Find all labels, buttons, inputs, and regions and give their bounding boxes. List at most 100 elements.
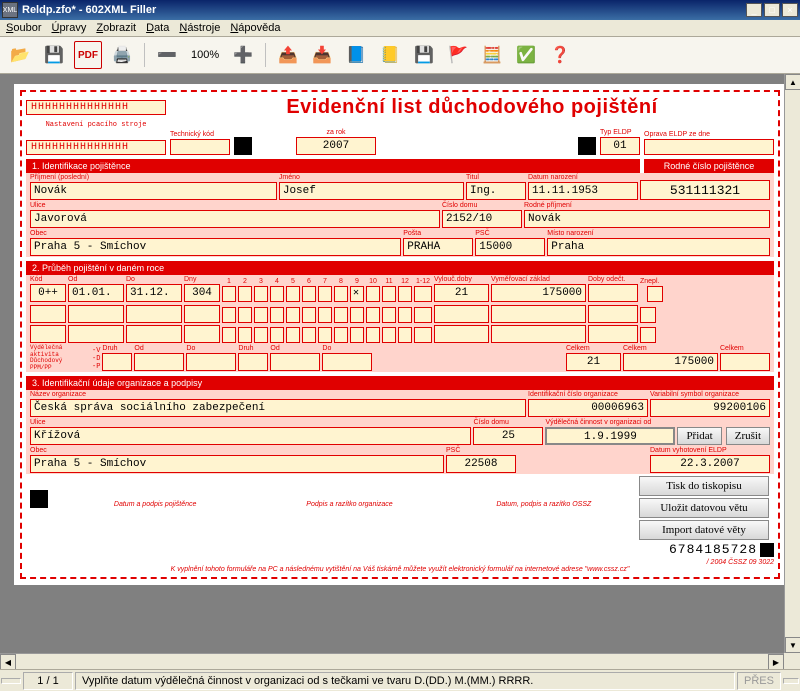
obec2-field[interactable]: Praha 5 - Smíchov — [30, 455, 444, 473]
open-icon[interactable]: 📂 — [6, 41, 34, 69]
r2-kod[interactable] — [30, 305, 66, 323]
black-marker-2 — [578, 137, 596, 155]
month-2[interactable] — [238, 286, 252, 302]
r2-od[interactable] — [68, 305, 124, 323]
zrusit-button[interactable]: Zrušit — [726, 427, 770, 445]
celkem1-field[interactable]: 21 — [566, 353, 621, 371]
form-check-icon[interactable]: ✅ — [512, 41, 540, 69]
datum-nar-field[interactable]: 11.11.1953 — [528, 182, 638, 200]
menu-nastroje[interactable]: Nástroje — [179, 22, 220, 34]
prijmeni-field[interactable]: Novák — [30, 182, 277, 200]
rodne-prijmeni-field[interactable]: Novák — [524, 210, 770, 228]
form-calc-icon[interactable]: 🧮 — [478, 41, 506, 69]
ulice-field[interactable]: Javorová — [30, 210, 440, 228]
month-4[interactable] — [270, 286, 284, 302]
var-symbol-field[interactable]: 99200106 — [650, 399, 770, 417]
psc-field[interactable]: 15000 — [475, 238, 545, 256]
menu-upravy[interactable]: Úpravy — [51, 22, 86, 34]
month-11[interactable] — [382, 286, 396, 302]
dod2[interactable] — [270, 353, 320, 371]
vylouc-field[interactable]: 21 — [434, 284, 489, 302]
month-6[interactable] — [302, 286, 316, 302]
zaklad-field[interactable]: 175000 — [491, 284, 586, 302]
obec-field[interactable]: Praha 5 - Smíchov — [30, 238, 401, 256]
print-icon[interactable]: 🖨️ — [108, 41, 136, 69]
datum-vyhot-field[interactable]: 22.3.2007 — [650, 455, 770, 473]
ulozit-button[interactable]: Uložit datovou větu — [639, 498, 769, 518]
form-help-icon[interactable]: ❓ — [546, 41, 574, 69]
form-save-icon[interactable]: 💾 — [410, 41, 438, 69]
znepl-field[interactable] — [647, 286, 663, 302]
zoom-in-icon[interactable]: ➕ — [229, 41, 257, 69]
hhh-box-2: HHHHHHHHHHHHHH — [26, 140, 166, 155]
menu-zobrazit[interactable]: Zobrazit — [96, 22, 136, 34]
tech-kod-field[interactable] — [170, 139, 230, 155]
r2-dny[interactable] — [184, 305, 220, 323]
month-3[interactable] — [254, 286, 268, 302]
nazev-org-field[interactable]: Česká správa sociálního zabezpečení — [30, 399, 526, 417]
r2-do[interactable] — [126, 305, 182, 323]
ulice2-field[interactable]: Křížová — [30, 427, 471, 445]
zoom-out-icon[interactable]: ➖ — [153, 41, 181, 69]
month-12[interactable] — [398, 286, 412, 302]
scrollbar-horizontal[interactable]: ◀ ▶ — [0, 653, 784, 669]
import-button[interactable]: Import datové věty — [639, 520, 769, 540]
za-rok-field[interactable]: 2007 — [296, 137, 376, 155]
psc2-field[interactable]: 22508 — [446, 455, 516, 473]
form-yellow-icon[interactable]: 📒 — [376, 41, 404, 69]
rc-field[interactable]: 531111321 — [640, 180, 770, 200]
titul-field[interactable]: Ing. — [466, 182, 526, 200]
celkem3-field[interactable] — [720, 353, 770, 371]
cislo-domu-field[interactable]: 2152/10 — [442, 210, 522, 228]
month-10[interactable] — [366, 286, 380, 302]
obec2-label: Obec — [30, 447, 444, 454]
menu-data[interactable]: Data — [146, 22, 169, 34]
druh2[interactable] — [238, 353, 268, 371]
month-5[interactable] — [286, 286, 300, 302]
minimize-button[interactable]: _ — [746, 3, 762, 17]
form-export-icon[interactable]: 📤 — [274, 41, 302, 69]
pridat-button[interactable]: Přidat — [677, 427, 721, 445]
month-1[interactable] — [222, 286, 236, 302]
r3-kod[interactable] — [30, 325, 66, 343]
ddo2[interactable] — [322, 353, 372, 371]
ident-cislo-field[interactable]: 00006963 — [528, 399, 648, 417]
month-9[interactable] — [350, 286, 364, 302]
save-icon[interactable]: 💾 — [40, 41, 68, 69]
ddo1[interactable] — [186, 353, 236, 371]
dny-field[interactable]: 304 — [184, 284, 220, 302]
vnote: -V-D-P — [92, 348, 100, 371]
tisk-button[interactable]: Tisk do tiskopisu — [639, 476, 769, 496]
do-field[interactable]: 31.12. — [126, 284, 182, 302]
scrollbar-vertical[interactable]: ▲ ▼ — [784, 74, 800, 653]
oprava-field[interactable] — [644, 139, 774, 155]
jmeno-field[interactable]: Josef — [279, 182, 464, 200]
month-all[interactable] — [414, 286, 432, 302]
posta-field[interactable]: PRAHA — [403, 238, 473, 256]
druh1[interactable] — [102, 353, 132, 371]
odect-field[interactable] — [588, 284, 638, 302]
form-blue-icon[interactable]: 📘 — [342, 41, 370, 69]
celkem2-field[interactable]: 175000 — [623, 353, 718, 371]
close-button[interactable]: × — [782, 3, 798, 17]
scroll-left-icon[interactable]: ◀ — [0, 654, 16, 669]
menu-soubor[interactable]: Soubor — [6, 22, 41, 34]
cislo-domu2-field[interactable]: 25 — [473, 427, 543, 445]
month-8[interactable] — [334, 286, 348, 302]
form-flag-icon[interactable]: 🚩 — [444, 41, 472, 69]
pdf-icon[interactable]: PDF — [74, 41, 102, 69]
month-7[interactable] — [318, 286, 332, 302]
scroll-down-icon[interactable]: ▼ — [785, 637, 800, 653]
zoom-level[interactable]: 100% — [187, 49, 223, 61]
od-field[interactable]: 01.01. — [68, 284, 124, 302]
maximize-button[interactable]: □ — [764, 3, 780, 17]
scroll-right-icon[interactable]: ▶ — [768, 654, 784, 669]
typ-eldp-field[interactable]: 01 — [600, 137, 640, 155]
scroll-up-icon[interactable]: ▲ — [785, 74, 800, 90]
kod-field[interactable]: 0++ — [30, 284, 66, 302]
dod1[interactable] — [134, 353, 184, 371]
vydelecna-od-field[interactable]: 1.9.1999 — [545, 427, 675, 445]
menu-napoveda[interactable]: Nápověda — [230, 22, 280, 34]
misto-nar-field[interactable]: Praha — [547, 238, 770, 256]
form-import-icon[interactable]: 📥 — [308, 41, 336, 69]
